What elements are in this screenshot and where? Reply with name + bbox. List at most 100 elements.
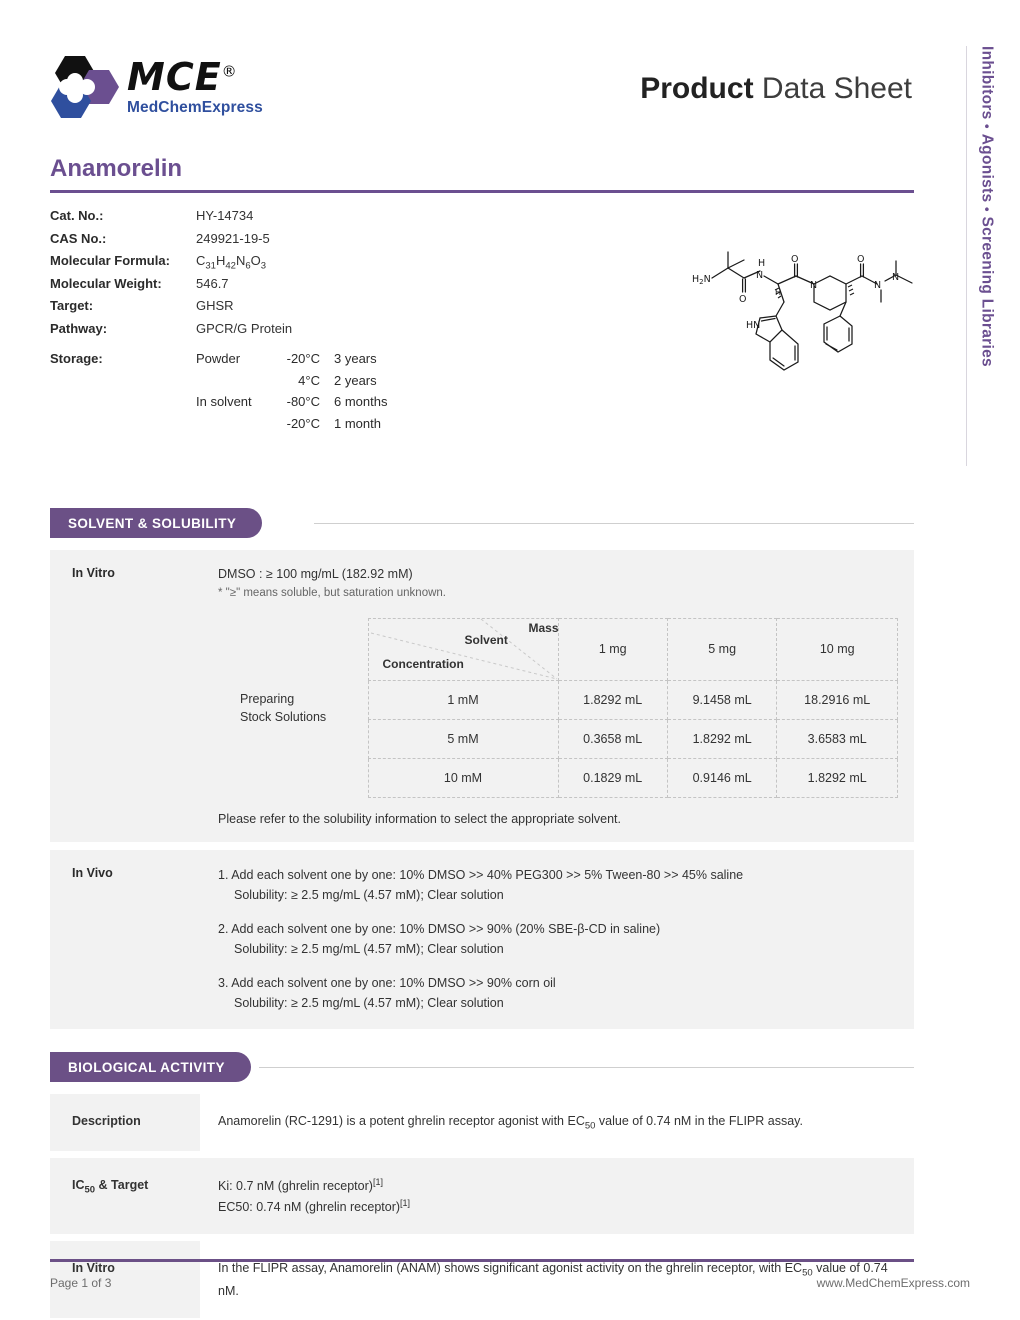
formula-count: 31	[205, 260, 216, 272]
brand-subtitle: MedChemExpress	[127, 99, 263, 116]
section-rule	[259, 1067, 914, 1068]
page-title-bold: Product	[640, 72, 754, 105]
table-row-in-vitro: In Vitro In the FLIPR assay, Anamorelin …	[50, 1241, 914, 1318]
property-row-molecular-formula: Molecular Formula: C31H42N6O3	[50, 253, 610, 276]
stock-label-line2: Stock Solutions	[240, 709, 327, 724]
page-title-rest: Data Sheet	[753, 72, 912, 105]
storage-temperature: -20°C	[286, 351, 320, 366]
cell-volume: 18.2916 mL	[776, 679, 898, 720]
property-key: Cat. No.:	[50, 208, 104, 223]
brand-wordmark: MCE® MedChemExpress	[127, 58, 263, 117]
biological-activity-section: BIOLOGICAL ACTIVITY Description Anamorel…	[50, 1052, 914, 1318]
svg-text:O: O	[791, 254, 798, 265]
stock-label-line1: Preparing	[240, 691, 295, 706]
storage-row-solvent-minus80: In solvent -80°C 6 months	[50, 394, 610, 416]
storage-label: Storage:	[50, 351, 103, 366]
registered-trademark-icon: ®	[221, 62, 237, 81]
table-corner-header: Mass Solvent Concentration	[367, 617, 559, 681]
formulation-solubility: Solubility: ≥ 2.5 mg/mL (4.57 mM); Clear…	[234, 887, 504, 902]
cell-volume: 9.1458 mL	[666, 679, 778, 720]
storage-duration: 2 years	[334, 372, 377, 388]
reference-1: [1]	[400, 1197, 411, 1208]
formulation-solubility: Solubility: ≥ 2.5 mg/mL (4.57 mM); Clear…	[234, 995, 504, 1010]
bio-key-ic50-target: IC50 & Target	[50, 1157, 200, 1234]
product-name: Anamorelin	[50, 155, 183, 182]
conc-label-10mm: 10 mM	[367, 757, 559, 798]
in-vivo-formulation-2: 2. Add each solvent one by one: 10% DMSO…	[218, 919, 898, 959]
footer-website[interactable]: www.MedChemExpress.com	[817, 1276, 970, 1290]
corner-label-concentration: Concentration	[382, 656, 464, 671]
cell-volume: 0.1829 mL	[557, 757, 668, 798]
property-value: GPCR/G Protein	[196, 320, 293, 336]
conc-label-5mm: 5 mM	[367, 718, 559, 759]
in-vivo-formulation-3: 3. Add each solvent one by one: 10% DMSO…	[218, 973, 898, 1013]
formulation-recipe: 2. Add each solvent one by one: 10% DMSO…	[218, 921, 661, 936]
property-row-cat-no: Cat. No.: HY-14734	[50, 208, 610, 231]
storage-row-solvent-minus20: -20°C 1 month	[50, 416, 610, 438]
section-badge-solvent: SOLVENT & SOLUBILITY	[50, 508, 263, 538]
svg-text:HN: HN	[746, 320, 760, 331]
property-value: HY-14734	[196, 208, 254, 223]
sidebar-labels: Inhibitors • Agonists • Screening Librar…	[972, 46, 996, 367]
brand-logo[interactable]: MCE® MedChemExpress	[45, 52, 305, 132]
property-value: 546.7	[196, 275, 229, 291]
storage-temperature: 4°C	[298, 372, 320, 388]
property-row-target: Target: GHSR	[50, 298, 610, 321]
bio-value-in-vitro: In the FLIPR assay, Anamorelin (ANAM) sh…	[200, 1241, 914, 1318]
storage-temperature: -20°C	[286, 415, 320, 431]
property-row-cas-no: CAS No.: 249921-19-5	[50, 231, 610, 254]
section-header: BIOLOGICAL ACTIVITY	[50, 1052, 914, 1082]
property-key: CAS No.:	[50, 230, 107, 246]
svg-text:O: O	[739, 294, 746, 305]
vertical-category-sidebar: Inhibitors • Agonists • Screening Librar…	[966, 46, 1000, 466]
property-value: 249921-19-5	[196, 230, 270, 246]
formula-atom: N	[235, 253, 246, 268]
formula-count: 3	[260, 260, 267, 272]
formula-atom: C	[196, 253, 206, 268]
formulation-solubility: Solubility: ≥ 2.5 mg/mL (4.57 mM); Clear…	[234, 941, 504, 956]
sidebar-item-agonists[interactable]: Agonists	[979, 134, 996, 203]
corner-label-mass: Mass	[528, 620, 559, 635]
property-key: Molecular Weight:	[50, 275, 162, 291]
brand-name: MCE®	[127, 55, 237, 99]
reference-1: [1]	[372, 1176, 383, 1187]
svg-text:N: N	[874, 280, 881, 291]
property-value-formula: C31H42N6O3	[196, 253, 266, 272]
product-properties: Cat. No.: HY-14734 CAS No.: 249921-19-5 …	[50, 208, 610, 437]
mass-header-10mg: 10 mg	[776, 617, 898, 681]
in-vivo-body: 1. Add each solvent one by one: 10% DMSO…	[200, 849, 914, 1029]
svg-text:H2N: H2N	[692, 274, 711, 286]
solvent-table: In Vitro DMSO : ≥ 100 mg/mL (182.92 mM) …	[50, 550, 914, 1029]
cell-volume: 1.8292 mL	[776, 757, 898, 798]
stock-solutions-table: Preparing Stock Solutions Mass Solvent C…	[218, 617, 898, 798]
property-key: Molecular Formula:	[50, 253, 170, 268]
property-key: Pathway:	[50, 320, 108, 336]
page-title: Product Data Sheet	[640, 72, 912, 106]
sidebar-item-inhibitors[interactable]: Inhibitors	[979, 46, 996, 120]
mce-hexagon-logo-icon	[45, 54, 123, 126]
invitro-sub: 50	[802, 1267, 813, 1279]
conc-label-1mm: 1 mM	[367, 679, 559, 720]
formula-atom: O	[250, 253, 261, 268]
footer-rule	[50, 1259, 914, 1262]
svg-text:N: N	[756, 270, 763, 281]
in-vitro-label: In Vitro	[50, 550, 200, 842]
svg-text:H: H	[758, 258, 765, 269]
storage-medium: Powder	[196, 351, 241, 366]
ki-text: Ki: 0.7 nM (ghrelin receptor)	[218, 1178, 373, 1193]
section-badge-bioactivity: BIOLOGICAL ACTIVITY	[50, 1052, 251, 1082]
footer-page-number: Page 1 of 3	[50, 1276, 112, 1290]
mass-header-5mg: 5 mg	[666, 617, 778, 681]
sidebar-separator-2: •	[979, 207, 995, 212]
corner-label-solvent: Solvent	[464, 632, 508, 647]
svg-text:H: H	[775, 288, 781, 297]
solvent-selection-note: Please refer to the solubility informati…	[218, 811, 621, 826]
formulation-recipe: 3. Add each solvent one by one: 10% DMSO…	[218, 975, 556, 990]
storage-duration: 3 years	[334, 351, 377, 366]
sidebar-item-screening-libraries[interactable]: Screening Libraries	[979, 216, 996, 366]
stock-solutions-label: Preparing Stock Solutions	[218, 618, 368, 797]
in-vitro-solubility: DMSO : ≥ 100 mg/mL (182.92 mM)	[218, 567, 413, 581]
cell-volume: 1.8292 mL	[557, 679, 668, 720]
table-row-description: Description Anamorelin (RC-1291) is a po…	[50, 1094, 914, 1151]
formula-count: 42	[225, 260, 236, 272]
